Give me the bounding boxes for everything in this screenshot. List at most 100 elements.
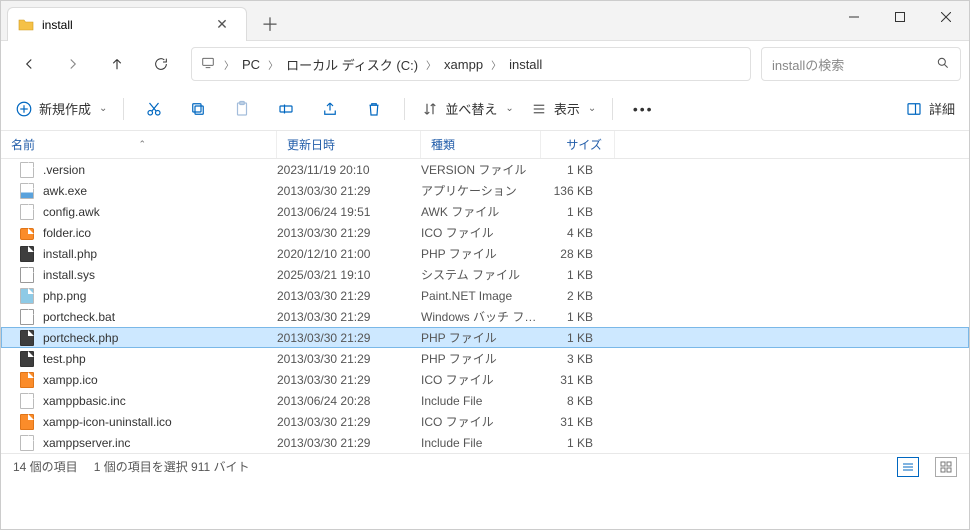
file-size: 2 KB <box>541 289 605 303</box>
copy-button[interactable] <box>178 92 218 126</box>
file-name: portcheck.php <box>43 331 118 345</box>
file-icon <box>19 309 35 325</box>
file-row[interactable]: xamppbasic.inc2013/06/24 20:28Include Fi… <box>1 390 969 411</box>
file-icon <box>19 267 35 283</box>
file-row[interactable]: config.awk2013/06/24 19:51AWK ファイル1 KB <box>1 201 969 222</box>
toolbar: 新規作成 ⌄ 並べ替え ⌄ 表示 ⌄ ••• 詳細 <box>1 87 969 131</box>
file-row[interactable]: folder.ico2013/03/30 21:29ICO ファイル4 KB <box>1 222 969 243</box>
file-icon <box>19 414 35 430</box>
status-count: 14 個の項目 <box>13 458 78 475</box>
file-icon <box>19 225 35 241</box>
file-date: 2013/03/30 21:29 <box>277 226 421 240</box>
file-type: ICO ファイル <box>421 371 541 388</box>
new-button[interactable]: 新規作成 ⌄ <box>9 92 113 126</box>
file-icon <box>19 351 35 367</box>
column-headers: 名前 ⌃ 更新日時 種類 サイズ <box>1 131 969 159</box>
file-size: 1 KB <box>541 268 605 282</box>
status-selection: 1 個の項目を選択 911 バイト <box>94 458 250 475</box>
delete-button[interactable] <box>354 92 394 126</box>
details-pane-button[interactable]: 詳細 <box>899 92 961 126</box>
more-button[interactable]: ••• <box>623 92 663 126</box>
file-row[interactable]: xampp.ico2013/03/30 21:29ICO ファイル31 KB <box>1 369 969 390</box>
breadcrumb-bar[interactable]: 〉 PC 〉 ローカル ディスク (C:) 〉 xampp 〉 install <box>191 47 751 81</box>
file-icon <box>19 162 35 178</box>
sort-button[interactable]: 並べ替え ⌄ <box>415 92 519 126</box>
file-row[interactable]: xampp-icon-uninstall.ico2013/03/30 21:29… <box>1 411 969 432</box>
file-icon <box>19 288 35 304</box>
details-view-toggle[interactable] <box>897 457 919 477</box>
rename-button[interactable] <box>266 92 306 126</box>
file-row[interactable]: php.png 2013/03/30 21:29Paint.NET Image2 … <box>1 285 969 306</box>
file-name: install.sys <box>43 268 95 282</box>
file-name: php.png <box>43 289 86 303</box>
file-icon <box>19 393 35 409</box>
sort-indicator-icon: ⌃ <box>138 139 146 150</box>
col-header-name[interactable]: 名前 ⌃ <box>1 131 277 158</box>
file-type: Include File <box>421 436 541 450</box>
refresh-button[interactable] <box>141 47 181 81</box>
col-header-size[interactable]: サイズ <box>541 131 615 158</box>
file-name: install.php <box>43 247 97 261</box>
search-input[interactable]: installの検索 <box>761 47 961 81</box>
file-row[interactable]: install.sys2025/03/21 19:10システム ファイル1 KB <box>1 264 969 285</box>
file-row[interactable]: portcheck.php2013/03/30 21:29PHP ファイル1 K… <box>1 327 969 348</box>
file-type: PHP ファイル <box>421 245 541 262</box>
file-list[interactable]: .version2023/11/19 20:10VERSION ファイル1 KB… <box>1 159 969 453</box>
maximize-button[interactable] <box>877 1 923 33</box>
col-header-date[interactable]: 更新日時 <box>277 131 421 158</box>
thumbnails-view-toggle[interactable] <box>935 457 957 477</box>
paste-button[interactable] <box>222 92 262 126</box>
cut-button[interactable] <box>134 92 174 126</box>
file-date: 2013/06/24 19:51 <box>277 205 421 219</box>
file-size: 1 KB <box>541 436 605 450</box>
file-name: xamppserver.inc <box>43 436 130 450</box>
close-window-button[interactable] <box>923 1 969 33</box>
up-button[interactable] <box>97 47 137 81</box>
nav-bar: 〉 PC 〉 ローカル ディスク (C:) 〉 xampp 〉 install … <box>1 41 969 87</box>
file-row[interactable]: portcheck.bat2013/03/30 21:29Windows バッチ… <box>1 306 969 327</box>
breadcrumb-item[interactable]: PC <box>242 57 260 72</box>
chevron-right-icon: 〉 <box>224 57 234 72</box>
chevron-down-icon: ⌄ <box>505 103 513 114</box>
file-type: アプリケーション <box>421 182 541 199</box>
breadcrumb-item[interactable]: install <box>509 57 542 72</box>
file-size: 8 KB <box>541 394 605 408</box>
file-size: 31 KB <box>541 415 605 429</box>
file-icon <box>19 372 35 388</box>
file-row[interactable]: .version2023/11/19 20:10VERSION ファイル1 KB <box>1 159 969 180</box>
file-date: 2013/03/30 21:29 <box>277 331 421 345</box>
breadcrumb-item[interactable]: ローカル ディスク (C:) <box>286 55 418 74</box>
file-date: 2020/12/10 21:00 <box>277 247 421 261</box>
file-name: awk.exe <box>43 184 87 198</box>
close-tab-icon[interactable]: ✕ <box>208 16 236 33</box>
file-name: portcheck.bat <box>43 310 115 324</box>
share-button[interactable] <box>310 92 350 126</box>
file-row[interactable]: test.php2013/03/30 21:29PHP ファイル3 KB <box>1 348 969 369</box>
forward-button[interactable] <box>53 47 93 81</box>
chevron-down-icon: ⌄ <box>588 103 596 114</box>
search-icon <box>936 56 950 73</box>
file-row[interactable]: awk.exe2013/03/30 21:29アプリケーション136 KB <box>1 180 969 201</box>
file-row[interactable]: xamppserver.inc2013/03/30 21:29Include F… <box>1 432 969 453</box>
file-size: 1 KB <box>541 205 605 219</box>
file-date: 2013/03/30 21:29 <box>277 289 421 303</box>
breadcrumb-item[interactable]: xampp <box>444 57 483 72</box>
col-header-type[interactable]: 種類 <box>421 131 541 158</box>
file-row[interactable]: install.php2020/12/10 21:00PHP ファイル28 KB <box>1 243 969 264</box>
pc-icon <box>200 56 216 73</box>
file-type: Paint.NET Image <box>421 289 541 303</box>
window-tab[interactable]: install ✕ <box>7 7 247 41</box>
new-tab-button[interactable]: ＋ <box>253 7 287 41</box>
file-name: test.php <box>43 352 86 366</box>
minimize-button[interactable] <box>831 1 877 33</box>
file-icon <box>19 246 35 262</box>
file-date: 2013/03/30 21:29 <box>277 415 421 429</box>
file-size: 4 KB <box>541 226 605 240</box>
file-name: xamppbasic.inc <box>43 394 126 408</box>
tab-title: install <box>42 18 208 32</box>
chevron-down-icon: ⌄ <box>99 103 107 114</box>
back-button[interactable] <box>9 47 49 81</box>
view-button[interactable]: 表示 ⌄ <box>524 92 602 126</box>
file-name: .version <box>43 163 85 177</box>
folder-icon <box>18 17 34 33</box>
